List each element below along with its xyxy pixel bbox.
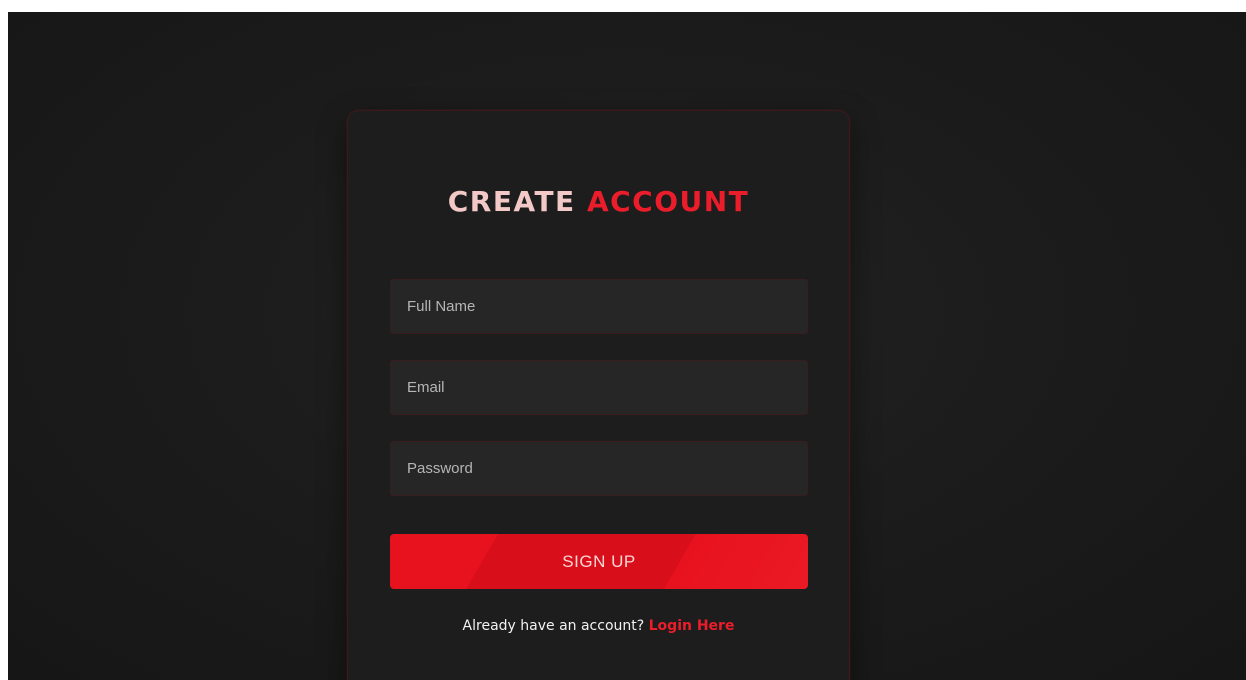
login-prompt-text: Already have an account? xyxy=(462,618,645,634)
full-name-input[interactable] xyxy=(390,279,808,334)
email-input[interactable] xyxy=(390,360,808,415)
form-title: CREATE ACCOUNT xyxy=(348,185,849,218)
login-link[interactable]: Login Here xyxy=(649,618,735,634)
sign-up-button[interactable]: SIGN UP xyxy=(390,534,808,589)
title-word-create: CREATE xyxy=(447,185,576,218)
login-prompt: Already have an account? Login Here xyxy=(348,618,849,634)
signup-card: CREATE ACCOUNT SIGN UP Already have an a… xyxy=(347,110,850,680)
password-input[interactable] xyxy=(390,441,808,496)
title-word-account: ACCOUNT xyxy=(586,185,750,218)
page-background: CREATE ACCOUNT SIGN UP Already have an a… xyxy=(8,12,1246,680)
